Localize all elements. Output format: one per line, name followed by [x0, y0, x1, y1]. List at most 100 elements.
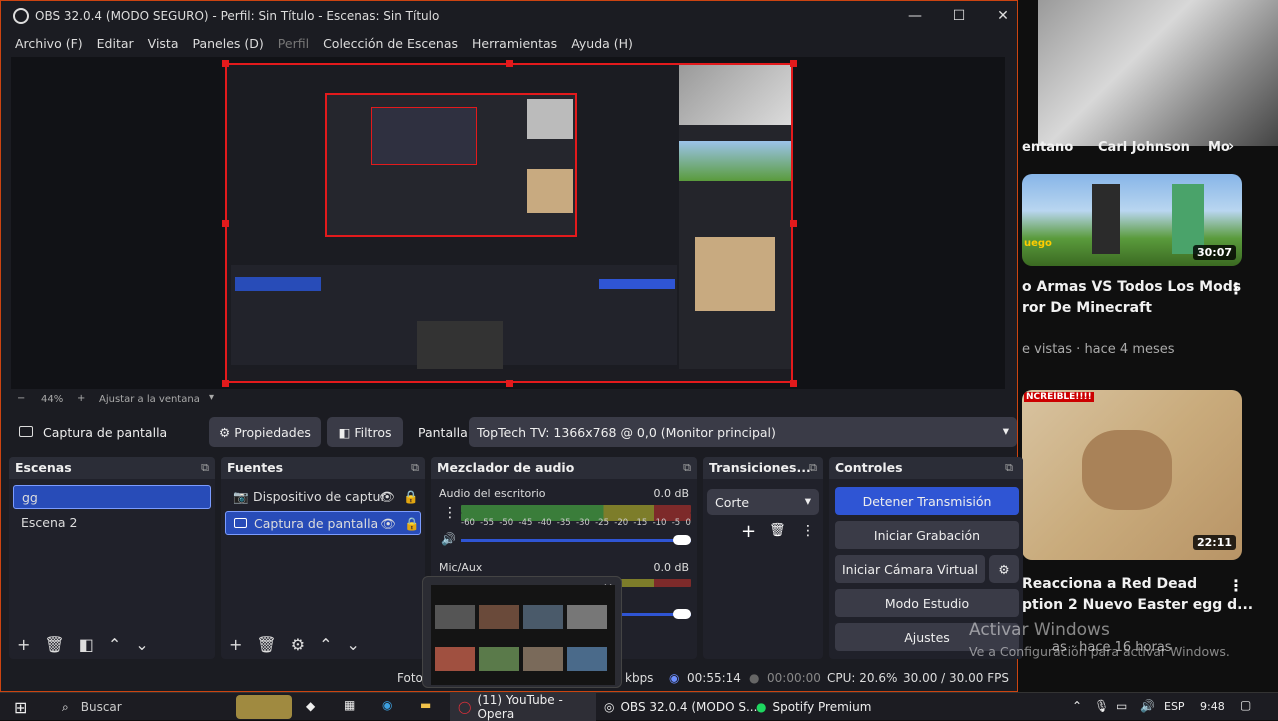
chip-carl-johnson[interactable]: Carl Johnson [1098, 140, 1190, 155]
trash-icon[interactable]: 🗑 [44, 635, 64, 654]
resize-handle[interactable] [506, 60, 513, 67]
gear-icon[interactable]: ⚙ [291, 635, 305, 654]
filter-icon: ◧ [338, 424, 351, 440]
float-dock-icon[interactable]: ⧉ [201, 457, 209, 479]
zoom-out-button[interactable]: − [17, 393, 25, 404]
menu-perfil[interactable]: Perfil [278, 36, 309, 51]
add-icon[interactable]: + [17, 635, 30, 654]
more-options-icon[interactable]: ⋮ [1228, 576, 1244, 595]
minimize-button[interactable]: — [893, 1, 937, 31]
screen-capture-source[interactable] [225, 63, 793, 383]
video-title-line2[interactable]: ror De Minecraft [1022, 298, 1152, 319]
eye-icon[interactable]: 👁 [379, 485, 395, 509]
resize-handle[interactable] [222, 60, 229, 67]
volume-slider-handle[interactable] [673, 535, 691, 545]
chip-mo[interactable]: Mo [1208, 140, 1230, 155]
taskbar-search[interactable]: ⌕ Buscar [62, 693, 122, 721]
chevron-up-icon[interactable]: ⌃ [1072, 699, 1082, 713]
start-virtual-camera-button[interactable]: Iniciar Cámara Virtual [835, 555, 985, 583]
filter-icon[interactable]: ◧ [79, 635, 94, 654]
transitions-title: Transiciones... [709, 460, 811, 475]
video-title[interactable]: o Armas VS Todos Los Mods [1022, 277, 1241, 298]
chevron-up-icon[interactable]: ⌃ [108, 635, 121, 654]
taskbar-preview-popup[interactable]: ✕ [422, 576, 622, 688]
resize-handle[interactable] [222, 220, 229, 227]
taskbar-app-obs[interactable]: ◎ OBS 32.0.4 (MODO S... [604, 693, 757, 721]
more-options-icon[interactable]: ⋮ [1228, 279, 1244, 298]
volume-slider[interactable] [461, 539, 691, 542]
close-button[interactable]: ✕ [981, 1, 1025, 31]
channel-menu-icon[interactable]: ⋮ [443, 505, 457, 521]
chevron-right-icon[interactable]: › [1228, 136, 1234, 155]
menu-vista[interactable]: Vista [148, 36, 179, 51]
float-dock-icon[interactable]: ⧉ [411, 457, 419, 479]
chip-entano[interactable]: entano [1022, 140, 1073, 155]
resize-handle[interactable] [790, 380, 797, 387]
trash-icon[interactable]: 🗑 [769, 523, 786, 538]
fit-to-window-select[interactable]: Ajustar a la ventana [99, 394, 200, 405]
chevron-up-icon[interactable]: ⌃ [319, 635, 332, 654]
more-options-icon[interactable]: ⋮ [801, 523, 815, 539]
resize-handle[interactable] [222, 380, 229, 387]
menu-herramientas[interactable]: Herramientas [472, 36, 557, 51]
spotify-icon: ● [756, 700, 767, 714]
zoom-in-button[interactable]: + [77, 393, 85, 404]
video-title-line2[interactable]: ption 2 Nuevo Easter egg d... [1022, 595, 1253, 616]
menu-coleccion-escenas[interactable]: Colección de Escenas [323, 36, 458, 51]
chevron-down-icon[interactable]: ⌄ [346, 635, 359, 654]
add-icon[interactable]: + [741, 521, 756, 542]
trash-icon[interactable]: 🗑 [256, 635, 276, 654]
edge-icon[interactable]: ◉ [382, 698, 392, 712]
notifications-icon[interactable]: ▢ [1240, 698, 1251, 712]
resize-handle[interactable] [790, 220, 797, 227]
scene-item[interactable]: gg [13, 485, 211, 509]
chevron-down-icon[interactable]: ▾ [209, 392, 214, 403]
filters-button[interactable]: ◧ Filtros [327, 417, 403, 447]
menu-ayuda[interactable]: Ayuda (H) [571, 36, 633, 51]
source-toolbar: Captura de pantalla ⚙ Propiedades ◧ Filtro… [7, 415, 1017, 449]
copilot-icon[interactable]: ◆ [306, 699, 315, 713]
float-dock-icon[interactable]: ⧉ [1005, 457, 1013, 479]
chevron-down-icon[interactable]: ⌄ [135, 635, 148, 654]
source-item[interactable]: 📷 Dispositivo de captur 👁 🔒 [225, 485, 421, 509]
virtual-camera-settings-button[interactable]: ⚙ [989, 555, 1019, 583]
source-item[interactable]: Captura de pantalla 👁 🔒 [225, 511, 421, 535]
menu-editar[interactable]: Editar [97, 36, 134, 51]
pinned-app-icon[interactable] [236, 695, 292, 719]
video-title[interactable]: Reacciona a Red Dead [1022, 574, 1197, 595]
properties-button[interactable]: ⚙ Propiedades [209, 417, 321, 447]
taskbar-app-opera[interactable]: ◯ (11) YouTube - Opera [450, 693, 596, 721]
network-icon[interactable]: ▭ [1116, 699, 1127, 713]
video-thumbnail-2[interactable]: NCREÍBLE!!!! 22:11 [1022, 390, 1242, 560]
video-thumbnail-1[interactable]: uego 30:07 [1022, 174, 1242, 266]
add-icon[interactable]: + [229, 635, 242, 654]
maximize-button[interactable]: ☐ [937, 1, 981, 31]
scene-item[interactable]: Escena 2 [13, 511, 211, 535]
start-recording-button[interactable]: Iniciar Grabación [835, 521, 1019, 549]
volume-slider-handle[interactable] [673, 609, 691, 619]
microphone-icon[interactable]: 🎙 [1094, 699, 1109, 713]
menu-paneles[interactable]: Paneles (D) [193, 36, 264, 51]
resize-handle[interactable] [790, 60, 797, 67]
lock-icon[interactable]: 🔒 [404, 512, 420, 536]
studio-mode-button[interactable]: Modo Estudio [835, 589, 1019, 617]
transition-select[interactable]: Corte ▾ [707, 489, 819, 515]
clock[interactable]: 9:48 [1200, 700, 1225, 713]
store-icon[interactable]: ▦ [344, 698, 355, 712]
float-dock-icon[interactable]: ⧉ [809, 457, 817, 479]
taskbar-app-spotify[interactable]: ● Spotify Premium [756, 693, 871, 721]
resize-handle[interactable] [506, 380, 513, 387]
fps-status: 30.00 / 30.00 FPS [903, 671, 1009, 685]
menu-archivo[interactable]: Archivo (F) [15, 36, 83, 51]
eye-icon[interactable]: 👁 [380, 512, 396, 536]
folder-icon[interactable]: ▬ [420, 698, 431, 712]
channel-name: Audio del escritorio [439, 487, 546, 500]
lock-icon[interactable]: 🔒 [403, 485, 419, 509]
speaker-icon[interactable]: 🔊 [441, 532, 456, 546]
float-dock-icon[interactable]: ⧉ [683, 457, 691, 479]
language-indicator[interactable]: ESP [1164, 700, 1185, 713]
volume-icon[interactable]: 🔊 [1140, 699, 1155, 713]
display-select[interactable]: TopTech TV: 1366x768 @ 0,0 (Monitor prin… [469, 417, 1017, 447]
stop-streaming-button[interactable]: Detener Transmisión [835, 487, 1019, 515]
start-button[interactable]: ⊞ [14, 693, 27, 721]
